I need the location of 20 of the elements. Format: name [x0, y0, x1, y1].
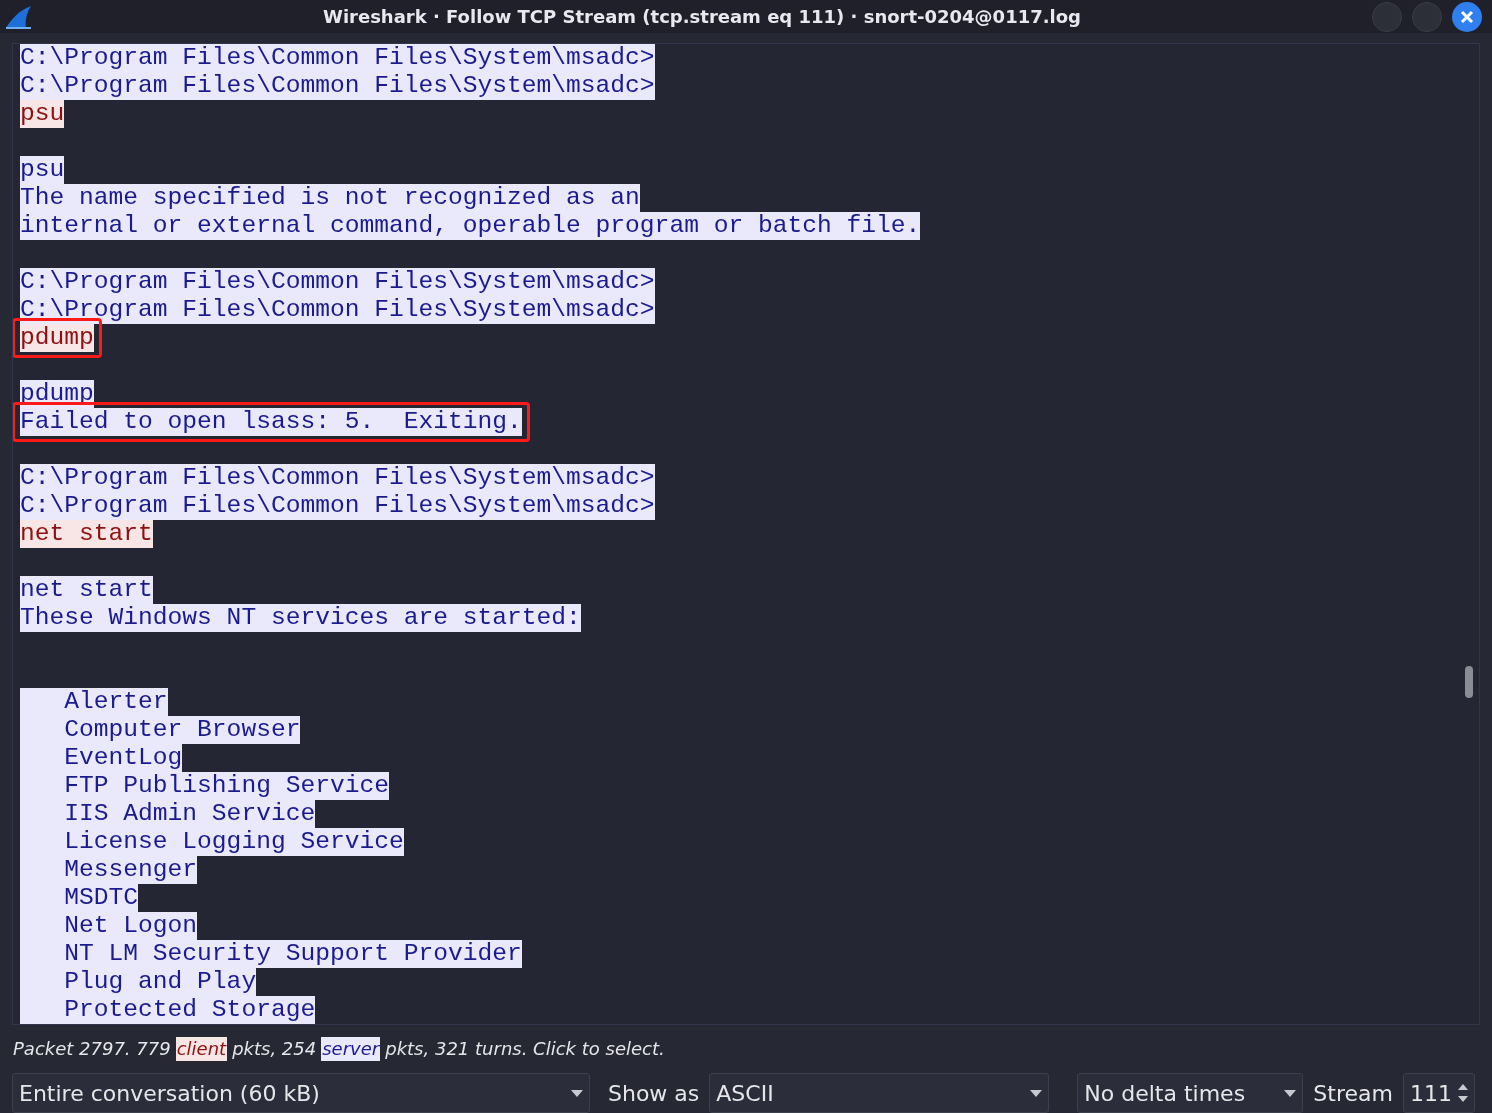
status-text: pkts, 254 — [231, 1037, 318, 1061]
close-button[interactable] — [1452, 1, 1482, 32]
stream-label: Stream — [1313, 1079, 1393, 1108]
server-legend: server — [321, 1037, 381, 1061]
caret-icon — [1030, 1089, 1043, 1097]
shark-fin-icon — [4, 3, 32, 30]
scrollbar-thumb[interactable] — [1465, 666, 1473, 698]
status-text: pkts, 321 turns. Click to select. — [384, 1037, 666, 1061]
client-legend: client — [175, 1037, 228, 1061]
stream-spinbox[interactable]: 111 — [1402, 1073, 1475, 1113]
status-text: Packet 2797. 779 — [12, 1037, 172, 1061]
caret-icon — [1284, 1089, 1297, 1097]
caret-icon — [571, 1089, 583, 1097]
show-as-select[interactable]: ASCII — [709, 1073, 1050, 1113]
close-icon — [1460, 9, 1474, 24]
window-title: Wireshark · Follow TCP Stream (tcp.stream eq 111) · snort-0204@0117.log — [323, 5, 1081, 29]
delta-times-select[interactable]: No delta times — [1077, 1073, 1304, 1113]
show-as-label: Show as — [608, 1079, 700, 1108]
spin-arrows-icon — [1457, 1082, 1468, 1104]
conversation-select[interactable]: Entire conversation (60 kB) — [12, 1073, 590, 1113]
